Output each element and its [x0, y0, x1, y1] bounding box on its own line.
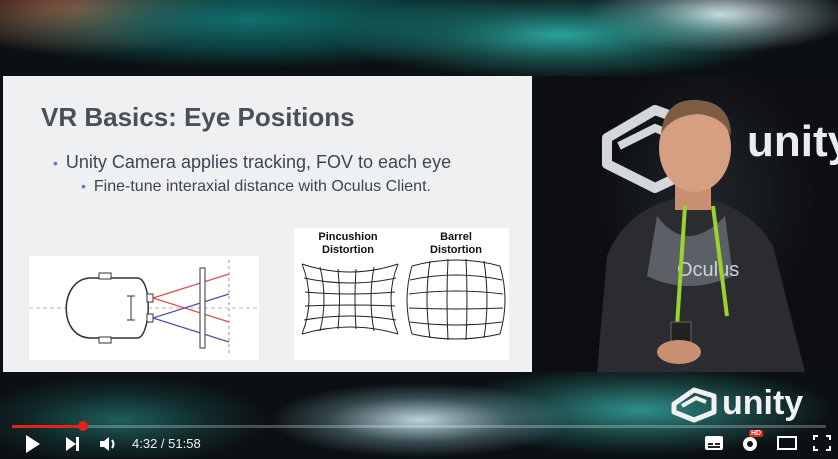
settings-icon [743, 437, 757, 451]
slide-bullet-1: • Unity Camera applies tracking, FOV to e… [53, 152, 451, 173]
speaker-scene: unity Oculus [597, 99, 838, 372]
theater-icon [777, 436, 797, 450]
settings-button[interactable]: HD [740, 430, 764, 459]
volume-icon [100, 437, 115, 451]
subtitles-button[interactable] [704, 434, 724, 457]
theater-mode-button[interactable] [776, 434, 798, 457]
speaker-camera-view: unity Oculus [537, 76, 838, 372]
distortion-grids [301, 258, 506, 341]
progress-bar[interactable] [12, 425, 826, 428]
next-icon [66, 437, 79, 451]
hd-badge: HD [749, 430, 764, 437]
pincushion-grid [301, 263, 399, 335]
slide-bullet-2: • Fine-tune interaxial distance with Ocul… [81, 178, 431, 196]
video-stage[interactable]: VR Basics: Eye Positions • Unity Camera a… [0, 0, 838, 458]
subtitles-icon [705, 436, 723, 450]
fullscreen-button[interactable] [812, 434, 832, 457]
progress-played [12, 425, 83, 428]
bullet-dot-icon: • [81, 178, 86, 194]
bullet-2-text: Fine-tune interaxial distance with Oculu… [93, 178, 431, 195]
presentation-slide: VR Basics: Eye Positions • Unity Camera a… [3, 76, 532, 372]
bullet-dot-icon: • [53, 155, 58, 171]
bullet-1-text: Unity Camera applies tracking, FOV to ea… [65, 152, 452, 172]
watermark-text: unity [722, 384, 804, 422]
eye-diagram [29, 256, 259, 360]
barrel-grid [406, 258, 506, 341]
eye-diagram-graphic [29, 260, 259, 356]
progress-scrubber[interactable] [78, 421, 88, 431]
slide-title: VR Basics: Eye Positions [41, 102, 355, 132]
distortion-figure: Pincushion Distortion Barrel Distortion [294, 228, 509, 360]
player-controls: 4:32 / 51:58 HD [0, 420, 838, 458]
shirt-text: Oculus [677, 259, 739, 281]
next-button[interactable] [64, 434, 82, 459]
play-button[interactable] [24, 434, 42, 459]
volume-button[interactable] [98, 434, 118, 459]
backdrop-brand-text: unity [747, 117, 838, 166]
play-icon [26, 435, 40, 453]
time-display: 4:32 / 51:58 [132, 436, 201, 451]
fullscreen-icon [813, 435, 831, 451]
